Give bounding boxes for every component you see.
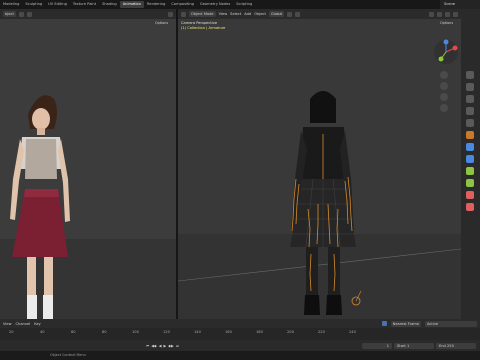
next-key-icon[interactable]: ◆▶ <box>168 344 174 348</box>
workspace-bar: Modeling Sculpting UV Editing Texture Pa… <box>0 0 480 9</box>
proportional-icon[interactable] <box>295 11 301 17</box>
view-icon[interactable] <box>18 11 24 17</box>
output-icon[interactable] <box>466 95 474 103</box>
overlay-icon[interactable] <box>429 11 434 17</box>
ruler-label: 200 <box>287 330 294 334</box>
shading-material-icon[interactable] <box>453 11 458 17</box>
x-axis-icon[interactable] <box>452 45 458 51</box>
zoom-icon[interactable] <box>440 71 448 79</box>
jump-end-icon[interactable]: ⏭ <box>176 344 179 348</box>
view-layer-icon[interactable] <box>466 107 474 115</box>
ruler-label: 100 <box>132 330 139 334</box>
snap-mode-dropdown[interactable]: Nearest Frame <box>390 320 421 327</box>
scene-name: Scene <box>444 2 455 6</box>
right-viewport-header: Object Mode View Select Add Object Globa… <box>178 9 461 19</box>
tl-menu-key[interactable]: Key <box>34 322 41 326</box>
jump-start-icon[interactable]: ⏮ <box>146 344 149 348</box>
tab-sculpting[interactable]: Sculpting <box>22 1 45 8</box>
material-icon[interactable] <box>466 191 474 199</box>
left-mode-dropdown[interactable]: bject <box>3 11 16 17</box>
menu-object[interactable]: Object <box>254 12 266 16</box>
tab-uv-editing[interactable]: UV Editing <box>45 1 70 8</box>
start-value: 1 <box>406 343 410 348</box>
render-icon[interactable] <box>466 83 474 91</box>
ruler-label: 180 <box>256 330 263 334</box>
scene-selector[interactable]: Scene <box>440 0 480 9</box>
modifier-icon[interactable] <box>466 143 474 151</box>
xray-scene <box>178 91 461 319</box>
keying-set-dropdown[interactable]: Active <box>425 320 477 327</box>
select-icon[interactable] <box>26 11 32 17</box>
z-axis-icon[interactable] <box>443 39 449 45</box>
ruler-label: 220 <box>318 330 325 334</box>
snap-icon[interactable] <box>287 11 293 17</box>
menu-view[interactable]: View <box>219 12 228 16</box>
properties-tabs <box>461 9 480 326</box>
menu-add[interactable]: Add <box>244 12 251 16</box>
scene-icon[interactable] <box>466 119 474 127</box>
tab-scripting[interactable]: Scripting <box>233 1 255 8</box>
navigation-gizmo[interactable] <box>433 39 459 65</box>
tl-menu-channel[interactable]: Channel <box>16 322 31 326</box>
tab-animation[interactable]: Animation <box>119 1 145 8</box>
orientation-dropdown[interactable]: Global <box>268 11 285 17</box>
object-icon[interactable] <box>466 131 474 139</box>
playback-bar: ⏮ ◀◆ ◀ ▶ ◆▶ ⏭ 1 Start 1 End 250 <box>0 340 480 351</box>
collection-label: (1) Collection | Armature <box>181 26 226 30</box>
tab-modeling[interactable]: Modeling <box>0 1 22 8</box>
tool-icon[interactable] <box>466 71 474 79</box>
ruler-label: 60 <box>71 330 76 334</box>
prev-key-icon[interactable]: ◀◆ <box>151 344 157 348</box>
tab-rendering[interactable]: Rendering <box>144 1 168 8</box>
play-icon[interactable]: ▶ <box>164 344 167 348</box>
tab-shading[interactable]: Shading <box>99 1 120 8</box>
end-label: End <box>439 343 446 348</box>
ruler-label: 20 <box>9 330 14 334</box>
tab-geometry-nodes[interactable]: Geometry Nodes <box>197 1 233 8</box>
tab-compositing[interactable]: Compositing <box>168 1 197 8</box>
tl-menu-view[interactable]: View <box>3 322 12 326</box>
timeline-ruler[interactable]: 20 40 60 80 100 120 140 160 180 200 220 … <box>0 328 480 340</box>
xray-icon[interactable] <box>437 11 442 17</box>
end-frame-field[interactable]: End 250 <box>436 342 476 349</box>
play-reverse-icon[interactable]: ◀ <box>159 344 162 348</box>
end-value: 250 <box>447 343 454 348</box>
camera-title: Camera Perspective <box>181 21 218 25</box>
ruler-label: 120 <box>163 330 170 334</box>
menu-select[interactable]: Select <box>230 12 241 16</box>
perspective-icon[interactable] <box>440 104 448 112</box>
ruler-label: 40 <box>40 330 45 334</box>
start-label: Start <box>397 343 406 348</box>
constraint-icon[interactable] <box>466 167 474 175</box>
left-viewport[interactable]: Options <box>0 19 176 319</box>
status-bar: Object Context Menu <box>0 351 480 360</box>
texture-icon[interactable] <box>466 203 474 211</box>
right-options[interactable]: Options <box>440 21 453 25</box>
timeline-header: View Channel Key Nearest Frame Active <box>0 319 480 328</box>
current-frame-field[interactable]: 1 <box>362 342 392 349</box>
object-mode-dropdown[interactable]: Object Mode <box>189 11 216 17</box>
pan-icon[interactable] <box>440 82 448 90</box>
left-options[interactable]: Options <box>155 21 168 25</box>
status-text: Object Context Menu <box>50 353 86 357</box>
right-viewport[interactable]: Camera Perspective (1) Collection | Arma… <box>178 19 461 319</box>
tab-texture-paint[interactable]: Texture Paint <box>70 1 99 8</box>
physics-icon[interactable] <box>466 155 474 163</box>
ruler-label: 140 <box>194 330 201 334</box>
ruler-label: 80 <box>102 330 107 334</box>
render-preview <box>0 95 176 319</box>
start-frame-field[interactable]: Start 1 <box>394 342 434 349</box>
left-viewport-header: bject <box>0 9 176 19</box>
camera-view-icon[interactable] <box>440 93 448 101</box>
editor-type-icon[interactable] <box>181 11 186 17</box>
data-icon[interactable] <box>466 179 474 187</box>
ruler-label: 240 <box>349 330 356 334</box>
y-axis-icon[interactable] <box>438 56 444 62</box>
camera-icon[interactable] <box>168 11 173 17</box>
filter-icon[interactable] <box>381 321 387 326</box>
shading-solid-icon[interactable] <box>445 11 450 17</box>
ruler-label: 160 <box>225 330 232 334</box>
